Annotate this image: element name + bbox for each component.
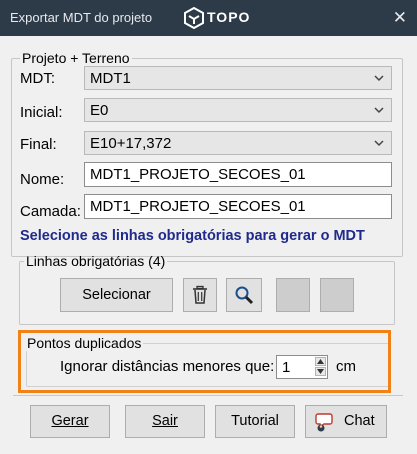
inicial-select[interactable]: E0 xyxy=(84,98,392,122)
stepper-up-button[interactable] xyxy=(315,357,326,366)
delete-button[interactable] xyxy=(183,278,217,312)
tutorial-label: Tutorial xyxy=(231,413,279,429)
final-label: Final: xyxy=(20,136,57,153)
selecionar-button[interactable]: Selecionar xyxy=(60,278,173,312)
caret-down-icon xyxy=(317,369,324,374)
inicial-select-value: E0 xyxy=(90,102,109,119)
nome-label: Nome: xyxy=(20,171,65,188)
chevron-down-icon xyxy=(374,107,384,114)
distance-stepper[interactable]: 1 xyxy=(276,355,328,379)
window-title: Exportar MDT do projeto xyxy=(10,10,153,25)
magnifier-icon xyxy=(235,286,254,305)
zoom-button[interactable] xyxy=(226,278,262,312)
chat-label: Chat xyxy=(344,413,375,429)
divider xyxy=(13,395,403,396)
projeto-terreno-legend: Projeto + Terreno xyxy=(22,50,130,66)
caret-up-icon xyxy=(317,359,324,364)
topo-logo-icon xyxy=(184,7,204,29)
camada-input[interactable]: MDT1_PROJETO_SECOES_01 xyxy=(84,194,392,219)
stepper-down-button[interactable] xyxy=(315,367,326,376)
chat-icon xyxy=(315,413,333,432)
nome-input-value: MDT1_PROJETO_SECOES_01 xyxy=(90,166,306,183)
chevron-down-icon xyxy=(374,140,384,147)
tutorial-button[interactable]: Tutorial xyxy=(215,405,295,438)
linhas-obrigatorias-legend: Linhas obrigatórias (4) xyxy=(26,253,166,269)
blank-button-1[interactable] xyxy=(276,278,310,312)
mdt-select-value: MDT1 xyxy=(90,70,131,87)
mdt-select[interactable]: MDT1 xyxy=(84,66,392,90)
ignorar-label: Ignorar distâncias menores que: xyxy=(60,358,275,375)
title-bar[interactable]: Exportar MDT do projeto TOPO ✕ xyxy=(0,0,417,36)
distance-value: 1 xyxy=(282,359,291,376)
chat-button[interactable]: Chat xyxy=(305,405,387,438)
sair-label: Sair xyxy=(152,413,178,429)
blank-button-2[interactable] xyxy=(320,278,354,312)
chevron-down-icon xyxy=(374,75,384,82)
final-select[interactable]: E10+17,372 xyxy=(84,131,392,155)
camada-input-value: MDT1_PROJETO_SECOES_01 xyxy=(90,198,306,215)
hint-text: Selecione as linhas obrigatórias para ge… xyxy=(20,228,365,244)
stepper-arrows xyxy=(315,357,326,377)
camada-label: Camada: xyxy=(20,203,81,220)
final-select-value: E10+17,372 xyxy=(90,135,172,152)
export-mdt-dialog: Exportar MDT do projeto TOPO ✕ Projeto +… xyxy=(0,0,417,454)
gerar-label: Gerar xyxy=(51,413,89,429)
sair-button[interactable]: Sair xyxy=(125,405,205,438)
mdt-label: MDT: xyxy=(20,70,55,87)
nome-input[interactable]: MDT1_PROJETO_SECOES_01 xyxy=(84,162,392,187)
unit-label: cm xyxy=(336,358,356,375)
brand-name: TOPO xyxy=(207,9,251,25)
inicial-label: Inicial: xyxy=(20,104,63,121)
close-icon[interactable]: ✕ xyxy=(393,8,407,28)
gerar-button[interactable]: Gerar xyxy=(30,405,110,438)
trash-icon xyxy=(193,285,207,304)
